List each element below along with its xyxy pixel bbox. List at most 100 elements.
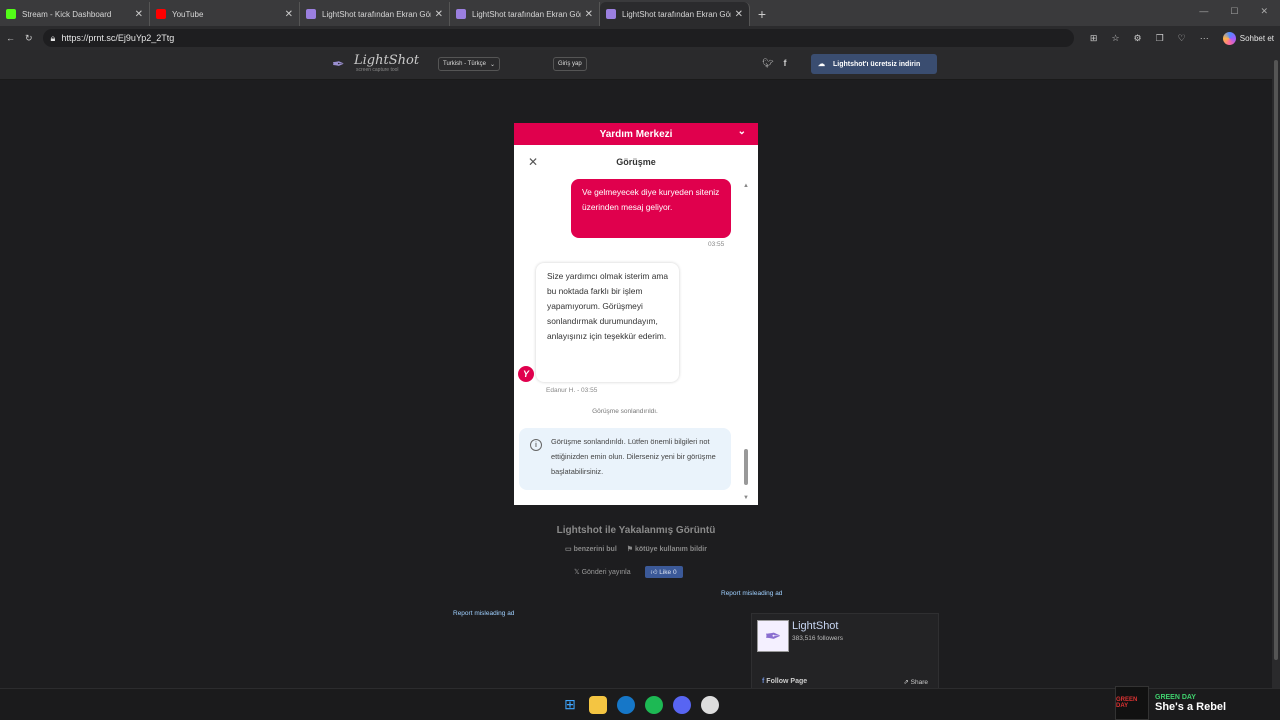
copilot-icon xyxy=(1222,31,1236,45)
browser-essentials-icon[interactable]: ♡ xyxy=(1178,33,1186,44)
report-abuse-label: kötüye kullanım bildir xyxy=(635,546,707,553)
close-icon[interactable]: ✕ xyxy=(135,9,143,20)
favorite-star-icon[interactable]: ☆ xyxy=(1111,33,1119,44)
follow-label: Follow Page xyxy=(766,678,808,685)
chevron-down-icon: ⌄ xyxy=(737,126,746,137)
follow-page-button[interactable]: f Follow Page xyxy=(762,678,807,685)
back-icon[interactable]: ← xyxy=(6,33,15,43)
more-menu-icon[interactable]: ··· xyxy=(1200,33,1209,43)
copilot-label: Sohbet et xyxy=(1239,33,1274,43)
tab-label: Stream - Kick Dashboard xyxy=(22,9,112,19)
notice-text: Görüşme sonlandırıldı. Lütfen önemli bil… xyxy=(551,437,716,476)
feather-icon: ✒ xyxy=(332,56,345,73)
refresh-icon[interactable]: ↻ xyxy=(25,33,33,44)
find-similar-link[interactable]: ▭ benzerini bul xyxy=(565,545,617,553)
tab-label: LightShot tarafından Ekran Görünt xyxy=(622,9,731,19)
captured-screenshot: Yardım Merkezi ⌄ ✕ Görüşme Ve gelmeyecek… xyxy=(514,123,758,505)
windows-start-icon[interactable]: ⊞ xyxy=(561,696,579,714)
edge-browser-icon[interactable] xyxy=(617,695,635,714)
like-label: Like 0 xyxy=(659,569,677,576)
scroll-down-icon: ▼ xyxy=(743,495,749,501)
lightshot-icon xyxy=(306,9,316,19)
login-button[interactable]: Giriş yap xyxy=(553,57,587,71)
copilot-button[interactable]: Sohbet et xyxy=(1222,31,1274,45)
scroll-up-icon: ▲ xyxy=(743,183,749,189)
conversation-ended-text: Görüşme sonlandırıldı. xyxy=(592,408,658,415)
report-abuse-link[interactable]: ⚑ kötüye kullanım bildir xyxy=(627,545,707,553)
chrome-icon[interactable] xyxy=(701,695,719,714)
extensions-icon[interactable]: ⚙ xyxy=(1134,33,1142,44)
close-icon[interactable]: ✕ xyxy=(585,9,593,20)
file-explorer-icon[interactable] xyxy=(589,695,607,714)
window-controls: — ☐ ✕ xyxy=(1187,0,1280,23)
report-ad-link-left[interactable]: Report misleading ad xyxy=(453,610,514,617)
page-scrollbar[interactable] xyxy=(1272,50,1280,688)
twitter-icon[interactable]: 🐦︎ xyxy=(762,58,773,69)
share-icon: ⇗ xyxy=(903,679,909,686)
tab-lightshot-2[interactable]: LightShot tarafından Ekran Görünt ✕ xyxy=(450,2,600,26)
youtube-icon xyxy=(156,9,166,19)
share-label: Share xyxy=(910,679,928,686)
outgoing-message: Ve gelmeyecek diye kuryeden siteniz üzer… xyxy=(571,179,731,238)
outgoing-time: 03:55 xyxy=(708,241,725,248)
lightshot-logo[interactable]: ✒ LightShot screen capture tool xyxy=(332,54,419,73)
album-art: GREEN DAY xyxy=(1115,686,1149,720)
collections-icon[interactable]: ❐ xyxy=(1156,33,1164,44)
find-similar-label: benzerini bul xyxy=(573,546,617,553)
media-title: She's a Rebel xyxy=(1155,700,1227,713)
media-widget[interactable]: GREEN DAY GREEN DAY She's a Rebel xyxy=(1115,686,1270,720)
close-icon[interactable]: ✕ xyxy=(285,9,293,20)
address-bar: ← ↻ 🔒︎ https://prnt.sc/Ej9uYp2_2Ttg ⊞ ☆ … xyxy=(0,26,1280,50)
help-center-title: Yardım Merkezi xyxy=(599,128,673,140)
lightshot-icon xyxy=(456,9,466,19)
fb-page-name[interactable]: LightShot xyxy=(792,620,838,632)
spotify-icon[interactable] xyxy=(645,695,663,714)
report-ad-link-right[interactable]: Report misleading ad xyxy=(721,590,782,597)
maximize-icon[interactable]: ☐ xyxy=(1230,6,1238,17)
facebook-page-widget: ✒ LightShot 383,516 followers f Follow P… xyxy=(751,613,939,689)
download-button[interactable]: ☁ Lightshot'ı ücretsiz indirin xyxy=(811,54,937,74)
conversation-title: Görüşme xyxy=(616,157,656,167)
close-icon[interactable]: ✕ xyxy=(735,9,743,20)
language-select[interactable]: Turkish - Türkçe ⌄ xyxy=(438,57,501,71)
tab-label: YouTube xyxy=(172,9,204,19)
discord-icon[interactable] xyxy=(673,695,691,714)
chat-scroll-thumb xyxy=(744,449,748,485)
lightshot-page-avatar[interactable]: ✒ xyxy=(757,620,789,652)
fb-followers: 383,516 followers xyxy=(792,635,843,642)
tab-youtube[interactable]: YouTube ✕ xyxy=(150,2,300,26)
close-icon: ✕ xyxy=(528,155,539,169)
tab-lightshot-1[interactable]: LightShot tarafından Ekran Görünt ✕ xyxy=(300,2,450,26)
ended-notice: i Görüşme sonlandırıldı. Lütfen önemli b… xyxy=(519,428,731,490)
download-label: Lightshot'ı ücretsiz indirin xyxy=(833,60,921,68)
share-row: 𝕏 Gönderi yayınla 👍︎ Like 0 xyxy=(574,566,683,578)
screenshot-caption: Lightshot ile Yakalanmış Görüntü xyxy=(556,525,716,536)
lightshot-icon xyxy=(606,9,616,19)
tab-kick[interactable]: Stream - Kick Dashboard ✕ xyxy=(0,2,150,26)
scrollbar-thumb[interactable] xyxy=(1274,60,1278,660)
social-links: 🐦︎ f xyxy=(762,58,786,69)
media-artist: GREEN DAY xyxy=(1155,693,1196,701)
incoming-meta: Edanur H. - 03:55 xyxy=(546,387,598,394)
new-tab-button[interactable]: + xyxy=(750,2,774,26)
chevron-down-icon: ⌄ xyxy=(490,61,496,68)
close-window-icon[interactable]: ✕ xyxy=(1260,6,1268,17)
split-view-icon[interactable]: ⊞ xyxy=(1090,33,1098,44)
help-center-header: Yardım Merkezi ⌄ xyxy=(514,123,758,145)
kick-icon xyxy=(6,9,16,19)
info-icon: i xyxy=(530,439,542,451)
chat-scrollbar: ▲ ▼ xyxy=(743,183,749,501)
tab-lightshot-3[interactable]: LightShot tarafından Ekran Görünt ✕ xyxy=(600,2,750,26)
facebook-icon[interactable]: f xyxy=(783,58,786,69)
facebook-like-button[interactable]: 👍︎ Like 0 xyxy=(644,566,683,578)
tab-label: LightShot tarafından Ekran Görünt xyxy=(472,9,581,19)
facebook-icon: f xyxy=(762,678,765,685)
download-cloud-icon: ☁ xyxy=(818,61,825,68)
close-icon[interactable]: ✕ xyxy=(435,9,443,20)
minimize-icon[interactable]: — xyxy=(1199,6,1208,17)
tab-label: LightShot tarafından Ekran Görünt xyxy=(322,9,431,19)
post-on-x-button[interactable]: 𝕏 Gönderi yayınla xyxy=(574,568,631,576)
url-field[interactable]: 🔒︎ https://prnt.sc/Ej9uYp2_2Ttg xyxy=(42,29,1074,47)
x-icon: 𝕏 xyxy=(574,569,580,576)
fb-share-button[interactable]: ⇗ Share xyxy=(903,678,928,686)
